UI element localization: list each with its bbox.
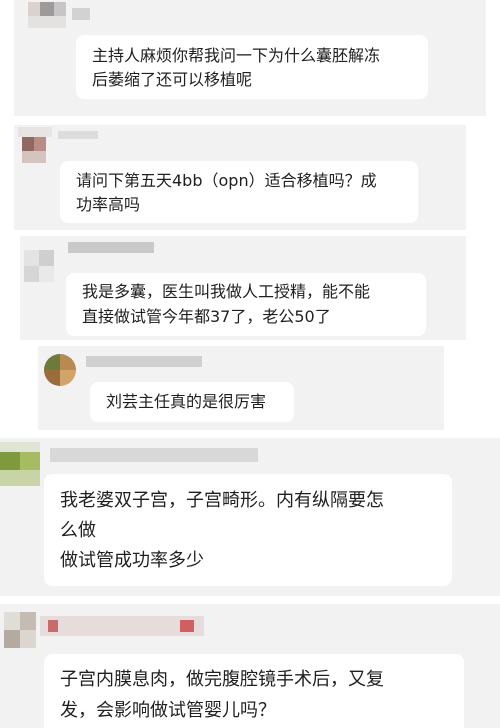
comment-bubble: 请问下第五天4bb（opn）适合移植吗？成 功率高吗 (60, 161, 418, 223)
comment-bubble: 我是多囊，医生叫我做人工授精，能不能 直接做试管今年都37了，老公50了 (66, 273, 426, 336)
username-blurred (50, 448, 258, 462)
comment-bubble: 子宫内膜息肉，做完腹腔镜手术后，又复 发，会影响做试管婴儿吗？ (44, 654, 464, 728)
comment-text-line: 后萎缩了还可以移植呢 (92, 70, 253, 89)
avatar-pixel (18, 127, 52, 137)
comment-card: 我老婆双子宫，子宫畸形。内有纵隔要怎 么做 做试管成功率多少 (0, 438, 500, 596)
comment-card: 刘芸主任真的是很厉害 (38, 346, 444, 430)
comment-text-line: 子宫内膜息肉，做完腹腔镜手术后，又复 (60, 669, 384, 690)
avatar-pixel (24, 250, 39, 266)
comment-text-line: 我是多囊，医生叫我做人工授精，能不能 (82, 282, 371, 301)
avatar-pixel (39, 266, 54, 282)
avatar-pixel (34, 137, 46, 151)
avatar[interactable] (18, 127, 52, 165)
avatar-pixel (0, 470, 40, 486)
username-blurred (86, 356, 202, 367)
comment-text-line: 发，会影响做试管婴儿吗？ (60, 700, 276, 721)
comment-bubble: 我老婆双子宫，子宫畸形。内有纵隔要怎 么做 做试管成功率多少 (44, 474, 452, 586)
comment-card: 子宫内膜息肉，做完腹腔镜手术后，又复 发，会影响做试管婴儿吗？ (0, 604, 500, 728)
avatar[interactable] (0, 442, 40, 486)
avatar[interactable] (4, 612, 36, 648)
avatar-pixel (20, 612, 36, 630)
avatar-pixel (0, 452, 20, 470)
username-pixel (48, 620, 58, 632)
avatar-pixel (54, 2, 66, 16)
avatar-pixel (4, 612, 20, 630)
avatar-pixel (4, 630, 20, 648)
avatar-pixel (44, 370, 60, 386)
avatar[interactable] (28, 2, 66, 28)
comment-text-line: 么做 (60, 520, 96, 541)
comment-text-line: 主持人麻烦你帮我问一下为什么囊胚解冻 (92, 46, 381, 65)
username-blurred (58, 131, 98, 139)
comment-text-line: 直接做试管今年都37了，老公50了 (82, 307, 331, 326)
comment-text-line: 功率高吗 (76, 195, 141, 214)
comment-bubble: 刘芸主任真的是很厉害 (90, 382, 294, 422)
username-blurred (40, 616, 204, 636)
avatar[interactable] (24, 250, 54, 282)
comment-text-line: 请问下第五天4bb（opn）适合移植吗？成 (76, 171, 377, 190)
comment-text-line: 刘芸主任真的是很厉害 (106, 392, 267, 411)
avatar-pixel (0, 442, 40, 452)
comment-bubble: 主持人麻烦你帮我问一下为什么囊胚解冻 后萎缩了还可以移植呢 (76, 35, 428, 99)
avatar-pixel (24, 266, 39, 282)
username-blurred (72, 8, 90, 20)
avatar-pixel (22, 151, 46, 163)
comment-card: 请问下第五天4bb（opn）适合移植吗？成 功率高吗 (14, 125, 466, 230)
avatar-pixel (20, 452, 40, 470)
comment-text-line: 我老婆双子宫，子宫畸形。内有纵隔要怎 (60, 490, 384, 511)
username-pixel (180, 620, 194, 632)
avatar-pixel (20, 630, 36, 648)
avatar-pixel (28, 16, 66, 28)
avatar[interactable] (44, 354, 76, 386)
comment-text-line: 做试管成功率多少 (60, 550, 204, 571)
avatar-pixel (22, 137, 34, 151)
avatar-pixel (40, 2, 54, 16)
comment-card: 主持人麻烦你帮我问一下为什么囊胚解冻 后萎缩了还可以移植呢 (14, 0, 486, 116)
avatar-pixel (44, 354, 60, 370)
avatar-pixel (28, 2, 40, 16)
avatar-pixel (60, 370, 76, 386)
avatar-pixel (60, 354, 76, 370)
avatar-pixel (39, 250, 54, 266)
username-blurred (68, 242, 154, 253)
comment-card: 我是多囊，医生叫我做人工授精，能不能 直接做试管今年都37了，老公50了 (20, 236, 466, 340)
